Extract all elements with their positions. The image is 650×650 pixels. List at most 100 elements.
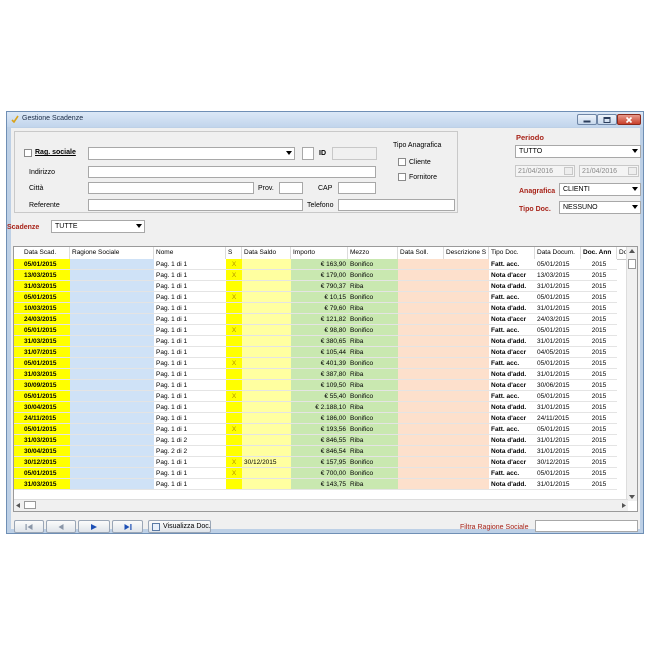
table-row[interactable]: 31/03/2015 Pag. 1 di 1 € 790,37 Riba Nota d'… <box>14 281 628 292</box>
cell-data-sollecito <box>398 325 444 336</box>
cell-data-sollecito <box>398 402 444 413</box>
referente-field[interactable] <box>88 199 303 211</box>
column-header[interactable]: Ragione Sociale <box>70 247 154 259</box>
filter-group: Rag. sociale ID Indirizzo Città Prov. CA… <box>14 131 458 213</box>
table-row[interactable]: 30/09/2015 Pag. 1 di 1 € 109,50 Riba Nota d'… <box>14 380 628 391</box>
first-record-button[interactable] <box>14 520 44 533</box>
anagrafica-select[interactable]: CLIENTI <box>559 183 641 196</box>
column-header[interactable]: Nome <box>154 247 226 259</box>
periodo-select[interactable]: TUTTO <box>515 145 641 158</box>
rag-sociale-combo[interactable] <box>88 147 295 160</box>
table-row[interactable]: 30/04/2015 Pag. 1 di 1 € 2.188,10 Riba Nota … <box>14 402 628 413</box>
date-from-picker[interactable]: 21/04/2016 <box>515 165 575 177</box>
cell-data-docum: 24/11/2015 <box>535 413 581 424</box>
table-row[interactable]: 05/01/2015 Pag. 1 di 1 X € 401,39 Bonifico Fa… <box>14 358 628 369</box>
vertical-scroll-thumb[interactable] <box>628 259 636 269</box>
rag-sociale-label: Rag. sociale <box>35 149 76 156</box>
rag-sociale-checkbox[interactable] <box>24 149 32 157</box>
table-row[interactable]: 30/04/2015 Pag. 2 di 2 € 846,54 Riba Nota d'… <box>14 446 628 457</box>
column-header[interactable]: Importo <box>291 247 348 259</box>
cell-tipo-doc: Nota d'accr <box>489 270 535 281</box>
cell-mezzo: Bonifico <box>348 292 398 303</box>
scadenze-grid[interactable]: Data Scad. Ragione Sociale Nome S Data Saldo… <box>13 246 638 512</box>
scadenze-select[interactable]: TUTTE <box>51 220 145 233</box>
cell-saldato: X <box>226 391 242 402</box>
column-header[interactable]: Data Docum. <box>535 247 581 259</box>
cell-tipo-doc: Nota d'add. <box>489 446 535 457</box>
column-header[interactable]: Data Soll. <box>398 247 444 259</box>
visualizza-doc-button[interactable]: Visualizza Doc. <box>148 520 211 533</box>
minimize-button[interactable] <box>577 114 597 125</box>
previous-record-button[interactable] <box>46 520 76 533</box>
table-row[interactable]: 05/01/2015 Pag. 1 di 1 X € 55,40 Bonifico Fat… <box>14 391 628 402</box>
column-header[interactable]: S <box>226 247 242 259</box>
column-header[interactable]: Doc. Ann <box>581 247 617 259</box>
cell-doc-anno: 2015 <box>581 358 617 369</box>
filtra-ragione-sociale-field[interactable] <box>535 520 638 532</box>
prov-field[interactable] <box>279 182 303 194</box>
table-row[interactable]: 05/01/2015 Pag. 1 di 1 X € 163,90 Bonifico Fa… <box>14 259 628 270</box>
cell-descrizione-sollecito <box>444 281 489 292</box>
cell-mezzo: Bonifico <box>348 391 398 402</box>
cell-mezzo: Bonifico <box>348 259 398 270</box>
maximize-button[interactable] <box>597 114 617 125</box>
cell-mezzo: Riba <box>348 402 398 413</box>
horizontal-scroll-thumb[interactable] <box>24 501 36 509</box>
column-header[interactable]: Mezzo <box>348 247 398 259</box>
cliente-checkbox[interactable] <box>398 158 406 166</box>
column-header[interactable]: Data Saldo <box>242 247 291 259</box>
table-row[interactable]: 05/01/2015 Pag. 1 di 1 X € 193,56 Bonifico Fa… <box>14 424 628 435</box>
column-header[interactable]: Data Scad. <box>14 247 70 259</box>
date-to-picker[interactable]: 21/04/2016 <box>579 165 639 177</box>
cell-data-saldo <box>242 391 291 402</box>
table-row[interactable]: 10/03/2015 Pag. 1 di 1 € 79,60 Riba Nota d'a… <box>14 303 628 314</box>
table-row[interactable]: 31/03/2015 Pag. 1 di 1 € 380,65 Riba Nota d'… <box>14 336 628 347</box>
table-row[interactable]: 31/07/2015 Pag. 1 di 1 € 105,44 Riba Nota d'… <box>14 347 628 358</box>
cell-data-saldo <box>242 347 291 358</box>
tipo-anagrafica-label: Tipo Anagrafica <box>393 142 442 149</box>
close-button[interactable] <box>617 114 641 125</box>
cap-field[interactable] <box>338 182 376 194</box>
table-row[interactable]: 24/11/2015 Pag. 1 di 1 € 186,00 Bonifico Not… <box>14 413 628 424</box>
fornitore-checkbox[interactable] <box>398 173 406 181</box>
cell-data-docum: 31/01/2015 <box>535 303 581 314</box>
cell-data-saldo <box>242 380 291 391</box>
cell-data-saldo <box>242 424 291 435</box>
cell-data-saldo <box>242 402 291 413</box>
cell-tipo-doc: Fatt. acc. <box>489 259 535 270</box>
vertical-scrollbar[interactable] <box>626 247 637 501</box>
cell-mezzo: Bonifico <box>348 358 398 369</box>
cell-importo: € 105,44 <box>291 347 348 358</box>
cell-doc-anno: 2015 <box>581 391 617 402</box>
table-row[interactable]: 05/01/2015 Pag. 1 di 1 X € 10,15 Bonifico Fat… <box>14 292 628 303</box>
cell-nome: Pag. 1 di 1 <box>154 468 226 479</box>
horizontal-scrollbar[interactable] <box>14 499 628 511</box>
id-field[interactable] <box>332 147 377 160</box>
rag-sociale-search-button[interactable] <box>302 147 314 160</box>
table-row[interactable]: 24/03/2015 Pag. 1 di 1 € 121,82 Bonifico Not… <box>14 314 628 325</box>
calendar-dropdown-icon <box>564 167 573 175</box>
title-bar: Gestione Scadenze <box>7 112 643 127</box>
indirizzo-field[interactable] <box>88 166 376 178</box>
table-row[interactable]: 30/12/2015 Pag. 1 di 1 X 30/12/2015 € 157,95… <box>14 457 628 468</box>
column-header[interactable]: Tipo Doc. <box>489 247 535 259</box>
cell-mezzo: Bonifico <box>348 325 398 336</box>
table-row[interactable]: 31/03/2015 Pag. 1 di 1 € 143,75 Riba Nota d'… <box>14 479 628 490</box>
cell-data-saldo <box>242 413 291 424</box>
cell-ragione-sociale <box>70 347 154 358</box>
cell-mezzo: Bonifico <box>348 270 398 281</box>
cell-descrizione-sollecito <box>444 479 489 490</box>
last-record-button[interactable] <box>112 520 143 533</box>
table-row[interactable]: 05/01/2015 Pag. 1 di 1 X € 98,80 Bonifico Fat… <box>14 325 628 336</box>
citta-field[interactable] <box>88 182 254 194</box>
tipo-doc-select[interactable]: NESSUNO <box>559 201 641 214</box>
table-row[interactable]: 13/03/2015 Pag. 1 di 1 X € 179,00 Bonifico No… <box>14 270 628 281</box>
table-row[interactable]: 31/03/2015 Pag. 1 di 2 € 846,55 Riba Nota d'… <box>14 435 628 446</box>
table-row[interactable]: 31/03/2015 Pag. 1 di 1 € 387,80 Riba Nota d'… <box>14 369 628 380</box>
next-record-button[interactable] <box>78 520 110 533</box>
telefono-field[interactable] <box>338 199 455 211</box>
cell-tipo-doc: Nota d'add. <box>489 479 535 490</box>
column-header[interactable]: Descrizione S <box>444 247 489 259</box>
cell-doc-anno: 2015 <box>581 281 617 292</box>
table-row[interactable]: 05/01/2015 Pag. 1 di 1 X € 700,00 Bonifico Fa… <box>14 468 628 479</box>
